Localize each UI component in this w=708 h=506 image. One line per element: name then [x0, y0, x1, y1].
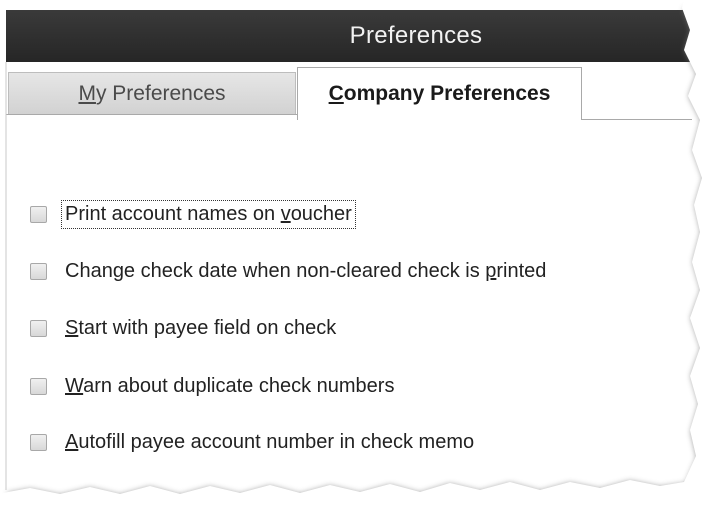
tab-company-preferences[interactable]: Company Preferences	[297, 67, 582, 120]
option-label: Start with payee field on check	[65, 316, 337, 339]
mnemonic-letter: C	[328, 82, 344, 105]
title-bar: Preferences	[6, 10, 696, 62]
tab-label: Company Preferences	[328, 82, 551, 105]
checkbox[interactable]	[30, 433, 47, 451]
mnemonic-letter: M	[78, 81, 96, 105]
screenshot-stage: Preferences My Preferences Company Prefe…	[0, 0, 708, 506]
checkbox[interactable]	[30, 262, 47, 280]
option-autofill-payee-account[interactable]: Autofill payee account number in check m…	[30, 427, 476, 457]
tab-label: My Preferences	[78, 81, 226, 105]
tab-my-preferences[interactable]: My Preferences	[8, 72, 296, 114]
window-title: Preferences	[349, 22, 483, 49]
option-label: Print account names on voucher	[61, 199, 356, 229]
checkbox[interactable]	[30, 377, 47, 395]
option-label: Change check date when non-cleared check…	[65, 259, 547, 282]
option-label: Warn about duplicate check numbers	[65, 374, 395, 397]
tab-strip: My Preferences Company Preferences	[6, 62, 696, 120]
option-print-account-names[interactable]: Print account names on voucher	[30, 199, 356, 229]
tab-underline	[6, 114, 297, 115]
option-change-check-date[interactable]: Change check date when non-cleared check…	[30, 256, 548, 286]
preferences-window: Preferences My Preferences Company Prefe…	[0, 0, 708, 506]
option-start-with-payee[interactable]: Start with payee field on check	[30, 313, 338, 343]
option-warn-duplicate-checks[interactable]: Warn about duplicate check numbers	[30, 371, 396, 401]
checkbox[interactable]	[30, 319, 47, 337]
option-label: Autofill payee account number in check m…	[65, 430, 475, 453]
company-preferences-panel: Print account names on voucher Change ch…	[6, 120, 696, 490]
checkbox[interactable]	[30, 205, 47, 223]
